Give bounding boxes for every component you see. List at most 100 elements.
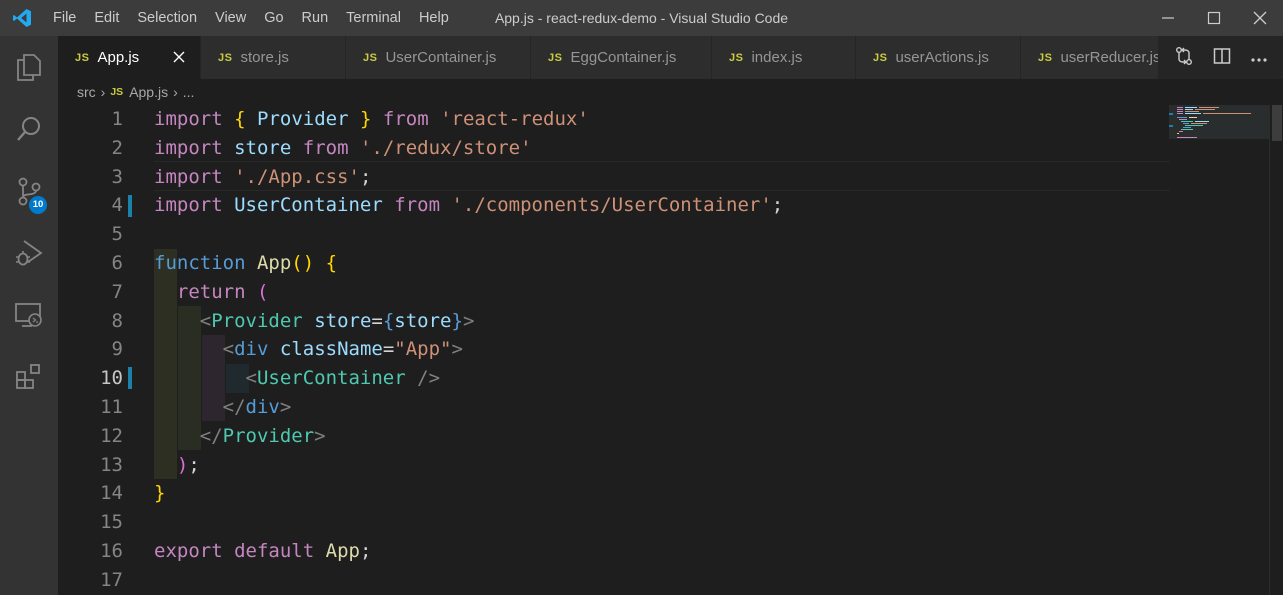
editor-actions [1158,36,1283,79]
extensions-icon [16,364,40,389]
menu-file[interactable]: File [44,0,85,36]
code-line: </div> [222,396,292,418]
code-line-current: <UserContainer /> [245,367,441,390]
window-controls [1145,0,1283,36]
line-number: 15 [100,511,123,534]
code-line: import { Provider } from 'react-redux' [154,108,589,130]
minimap-preview [1169,105,1269,139]
line-number: 6 [111,252,123,274]
tab-index-js[interactable]: JS index.js [712,36,856,79]
code-content[interactable]: import { Provider } from 'react-redux' i… [154,105,1170,595]
explorer-icon [17,54,41,81]
chevron-right-icon: › [173,84,178,100]
js-file-icon: JS [110,86,124,98]
tab-app-js[interactable]: JS App.js [58,36,201,79]
js-file-icon: JS [75,51,90,64]
breadcrumb: src › JS App.js › ... [58,79,1283,105]
menu-selection[interactable]: Selection [128,0,206,36]
more-actions-button[interactable] [1250,50,1268,66]
more-icon [1250,57,1267,62]
line-number: 4 [111,194,123,217]
code-line: import './App.css'; [154,165,372,188]
minimize-icon [1162,17,1174,19]
line-number: 5 [111,223,123,246]
menu-help[interactable]: Help [410,0,458,36]
close-icon [173,51,185,63]
editor-tab-bar: JS App.js JS store.js JS UserContainer.j… [58,36,1283,79]
js-file-icon: JS [548,51,563,64]
line-number-current: 10 [100,367,123,390]
code-line: import store from './redux/store' [154,136,532,159]
line-number: 13 [100,453,123,476]
close-window-button[interactable] [1237,0,1283,36]
breadcrumb-symbols[interactable]: ... [183,84,195,100]
tab-usercontainer-js[interactable]: JS UserContainer.js [346,36,531,79]
activity-run-debug[interactable] [0,222,58,284]
maximize-icon [1207,11,1221,25]
minimap[interactable] [1169,105,1269,595]
line-number: 11 [100,396,123,418]
line-number: 9 [111,338,123,361]
code-line: <Provider store={store}> [199,309,475,332]
scrollbar-thumb[interactable] [1272,105,1282,141]
line-number: 8 [111,309,123,332]
menu-edit[interactable]: Edit [85,0,128,36]
line-number: 3 [111,165,123,188]
source-control-badge: 10 [29,196,47,214]
js-file-icon: JS [1038,51,1053,64]
modified-line-marker [128,195,132,217]
menu-bar: File Edit Selection View Go Run Terminal… [44,0,458,36]
js-file-icon: JS [729,51,744,64]
js-file-icon: JS [873,51,888,64]
line-number: 2 [111,136,123,159]
tab-label: UserContainer.js [385,49,497,66]
search-icon [17,117,40,141]
activity-explorer[interactable] [0,36,58,98]
code-line: function App() { [154,252,338,274]
code-line: <div className="App"> [222,338,463,361]
tab-eggcontainer-js[interactable]: JS EggContainer.js [531,36,712,79]
code-line: import UserContainer from './components/… [154,194,784,217]
close-icon [1253,11,1267,25]
line-number: 1 [111,108,123,130]
js-file-icon: JS [218,51,233,64]
code-line: } [154,482,166,505]
activity-source-control[interactable]: 10 [0,160,58,222]
vertical-scrollbar[interactable] [1269,105,1283,595]
tab-useractions-js[interactable]: JS userActions.js [856,36,1021,79]
split-editor-icon [1213,48,1230,64]
line-number: 7 [111,280,123,303]
split-editor-button[interactable] [1213,47,1231,68]
activity-search[interactable] [0,98,58,160]
line-number: 14 [100,482,123,505]
menu-go[interactable]: Go [255,0,292,36]
maximize-button[interactable] [1191,0,1237,36]
code-line: </Provider> [199,424,326,447]
compare-changes-icon [1175,47,1192,65]
tab-label: userActions.js [895,49,989,66]
breadcrumb-file[interactable]: App.js [129,84,168,100]
tab-label: App.js [97,49,140,66]
code-editor[interactable]: 1 2 3 4 5 6 7 8 9 10 11 12 13 14 15 16 1… [58,105,1283,595]
breadcrumb-folder[interactable]: src [77,84,96,100]
activity-extensions[interactable] [0,346,58,408]
minimize-button[interactable] [1145,0,1191,36]
chevron-right-icon: › [100,84,106,100]
menu-run[interactable]: Run [293,0,338,36]
menu-terminal[interactable]: Terminal [337,0,410,36]
tab-label: userReducer.js [1060,49,1161,66]
line-number: 16 [100,540,123,562]
code-line: export default App; [154,540,372,562]
vscode-logo-icon [0,0,44,36]
code-line: ); [176,453,200,476]
close-tab-button[interactable] [170,48,188,66]
menu-view[interactable]: View [206,0,255,36]
tab-label: EggContainer.js [570,49,677,66]
tab-label: index.js [751,49,803,66]
remote-explorer-icon [15,303,42,327]
tab-store-js[interactable]: JS store.js [201,36,346,79]
title-bar: File Edit Selection View Go Run Terminal… [0,0,1283,36]
open-changes-button[interactable] [1174,46,1194,69]
activity-remote-explorer[interactable] [0,284,58,346]
code-line: return ( [176,280,269,303]
